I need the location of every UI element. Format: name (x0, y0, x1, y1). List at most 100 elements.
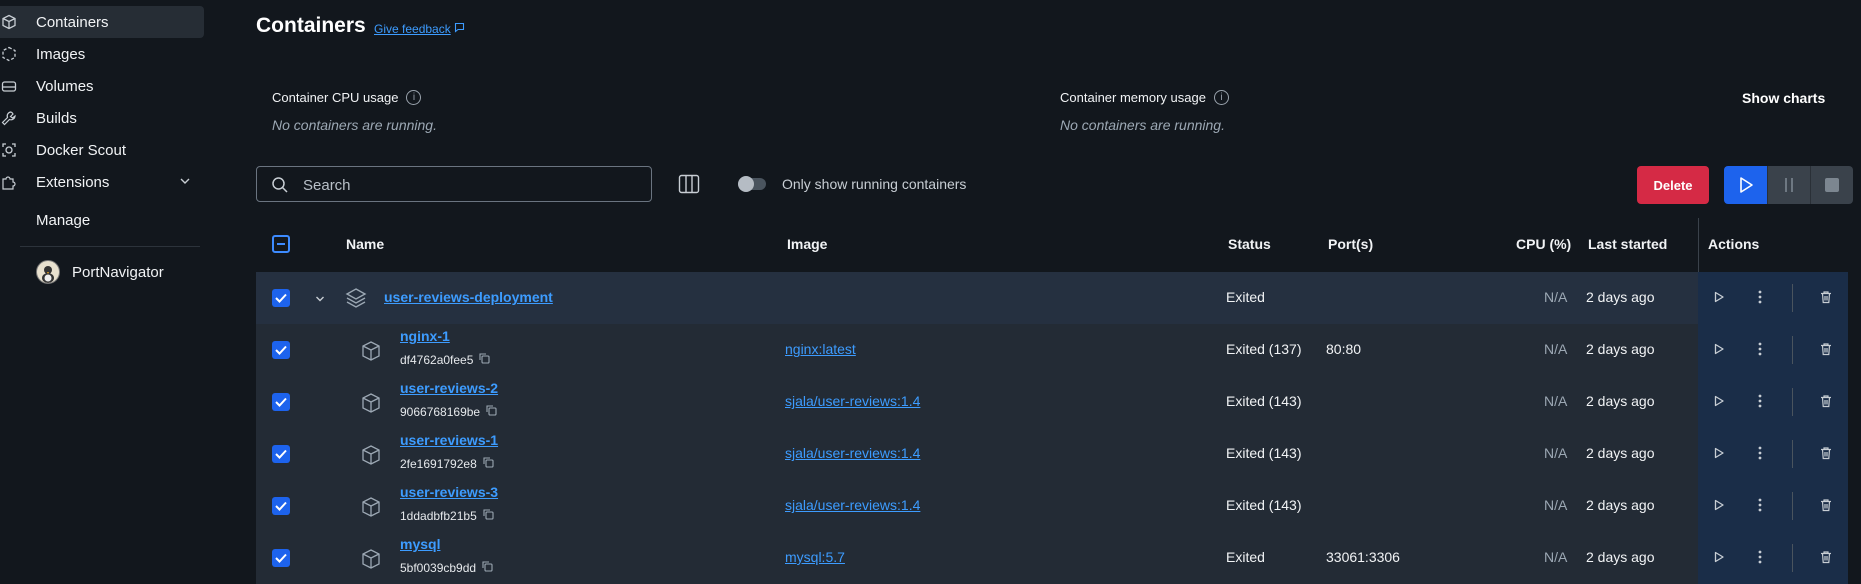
copy-icon[interactable] (486, 405, 497, 419)
column-cpu[interactable]: CPU (%) (1516, 236, 1571, 252)
expand-chevron-icon[interactable] (314, 292, 326, 308)
actions-divider (1792, 284, 1793, 312)
start-icon[interactable] (1710, 496, 1728, 514)
more-icon[interactable] (1751, 548, 1769, 566)
trash-icon[interactable] (1817, 496, 1835, 514)
cpu-cell: N/A (1544, 497, 1568, 513)
trash-icon[interactable] (1817, 392, 1835, 410)
containers-table: Name Image Status Port(s) CPU (%) Last s… (256, 218, 1848, 584)
sidebar-item-portnavigator[interactable]: PortNavigator (0, 256, 204, 288)
container-name-link[interactable]: user-reviews-1 (400, 432, 498, 448)
table-row[interactable]: nginx-1 df4762a0fee5 nginx:latest Exited… (256, 324, 1848, 376)
search-input[interactable] (301, 167, 645, 203)
image-link[interactable]: sjala/user-reviews:1.4 (785, 393, 920, 409)
more-icon[interactable] (1751, 496, 1769, 514)
give-feedback-label: Give feedback (374, 22, 451, 36)
sidebar-item-images[interactable]: Images (0, 38, 204, 70)
container-icon (360, 340, 382, 365)
container-name-link[interactable]: user-reviews-2 (400, 380, 498, 396)
more-icon[interactable] (1751, 288, 1769, 306)
images-icon (0, 45, 18, 63)
start-button[interactable] (1724, 166, 1767, 204)
row-checkbox[interactable] (272, 445, 290, 463)
last-started-cell: 2 days ago (1586, 549, 1655, 565)
column-ports[interactable]: Port(s) (1328, 236, 1373, 252)
last-started-cell: 2 days ago (1586, 497, 1655, 513)
sidebar: Containers Images Volumes Builds Docker … (0, 0, 224, 584)
copy-icon[interactable] (483, 457, 494, 471)
start-icon[interactable] (1710, 288, 1728, 306)
status-cell: Exited (143) (1226, 497, 1302, 513)
start-icon[interactable] (1710, 548, 1728, 566)
image-link[interactable]: nginx:latest (785, 341, 856, 357)
sidebar-item-containers[interactable]: Containers (0, 6, 204, 38)
trash-icon[interactable] (1817, 288, 1835, 306)
select-all-checkbox[interactable] (272, 235, 290, 253)
more-icon[interactable] (1751, 444, 1769, 462)
stop-button[interactable] (1810, 166, 1853, 204)
sidebar-item-extensions[interactable]: Extensions (0, 166, 204, 198)
table-row[interactable]: user-reviews-2 9066768169be sjala/user-r… (256, 376, 1848, 428)
sidebar-item-volumes[interactable]: Volumes (0, 70, 204, 102)
table-row[interactable]: mysql 5bf0039cb9dd mysql:5.7 Exited 3306… (256, 532, 1848, 584)
info-icon[interactable]: i (406, 90, 422, 105)
last-started-cell: 2 days ago (1586, 289, 1655, 305)
row-checkbox[interactable] (272, 497, 290, 515)
container-id-text: 2fe1691792e8 (400, 457, 477, 471)
table-row-group[interactable]: user-reviews-deployment Exited N/A 2 day… (256, 272, 1848, 324)
show-charts-button[interactable]: Show charts (1742, 90, 1825, 106)
copy-icon[interactable] (483, 509, 494, 523)
last-started-cell: 2 days ago (1586, 445, 1655, 461)
image-link[interactable]: sjala/user-reviews:1.4 (785, 445, 920, 461)
ports-cell: 33061:3306 (1326, 549, 1400, 565)
start-icon[interactable] (1710, 392, 1728, 410)
sidebar-item-manage[interactable]: Manage (0, 204, 204, 236)
sidebar-item-docker-scout[interactable]: Docker Scout (0, 134, 204, 166)
sidebar-item-label: Docker Scout (36, 141, 127, 159)
running-only-toggle[interactable] (738, 176, 766, 192)
info-icon[interactable]: i (1213, 90, 1229, 105)
builds-icon (0, 109, 18, 127)
more-icon[interactable] (1751, 340, 1769, 358)
container-name-link[interactable]: mysql (400, 536, 440, 552)
cpu-cell: N/A (1544, 445, 1568, 461)
trash-icon[interactable] (1817, 340, 1835, 358)
actions-divider (1792, 492, 1793, 520)
row-checkbox[interactable] (272, 393, 290, 411)
trash-icon[interactable] (1817, 548, 1835, 566)
image-link[interactable]: mysql:5.7 (785, 549, 845, 565)
delete-button[interactable]: Delete (1637, 166, 1709, 204)
sidebar-item-label: Containers (36, 13, 109, 31)
extensions-icon (0, 173, 18, 191)
chevron-down-icon[interactable] (178, 174, 192, 191)
portnavigator-avatar (36, 260, 60, 284)
table-row[interactable]: user-reviews-3 1ddadbfb21b5 sjala/user-r… (256, 480, 1848, 532)
row-checkbox[interactable] (272, 289, 290, 307)
column-image[interactable]: Image (787, 236, 827, 252)
pause-button[interactable] (1767, 166, 1810, 204)
status-cell: Exited (1226, 549, 1265, 565)
container-id: 9066768169be (400, 405, 497, 419)
sidebar-item-builds[interactable]: Builds (0, 102, 204, 134)
column-name[interactable]: Name (346, 236, 384, 252)
give-feedback-link[interactable]: Give feedback (374, 22, 465, 36)
container-name-link[interactable]: nginx-1 (400, 328, 450, 344)
toggle-knob (738, 176, 754, 192)
table-row[interactable]: user-reviews-1 2fe1691792e8 sjala/user-r… (256, 428, 1848, 480)
image-link[interactable]: sjala/user-reviews:1.4 (785, 497, 920, 513)
start-icon[interactable] (1710, 340, 1728, 358)
copy-icon[interactable] (479, 353, 490, 367)
column-status[interactable]: Status (1228, 236, 1271, 252)
columns-icon[interactable] (678, 174, 700, 197)
row-checkbox[interactable] (272, 341, 290, 359)
container-name-link[interactable]: user-reviews-3 (400, 484, 498, 500)
memory-usage-empty: No containers are running. (1060, 117, 1225, 133)
group-name-link[interactable]: user-reviews-deployment (384, 289, 553, 305)
trash-icon[interactable] (1817, 444, 1835, 462)
more-icon[interactable] (1751, 392, 1769, 410)
page-title: Containers (256, 14, 366, 37)
row-checkbox[interactable] (272, 549, 290, 567)
start-icon[interactable] (1710, 444, 1728, 462)
copy-icon[interactable] (482, 561, 493, 575)
column-last-started[interactable]: Last started (1588, 236, 1667, 252)
